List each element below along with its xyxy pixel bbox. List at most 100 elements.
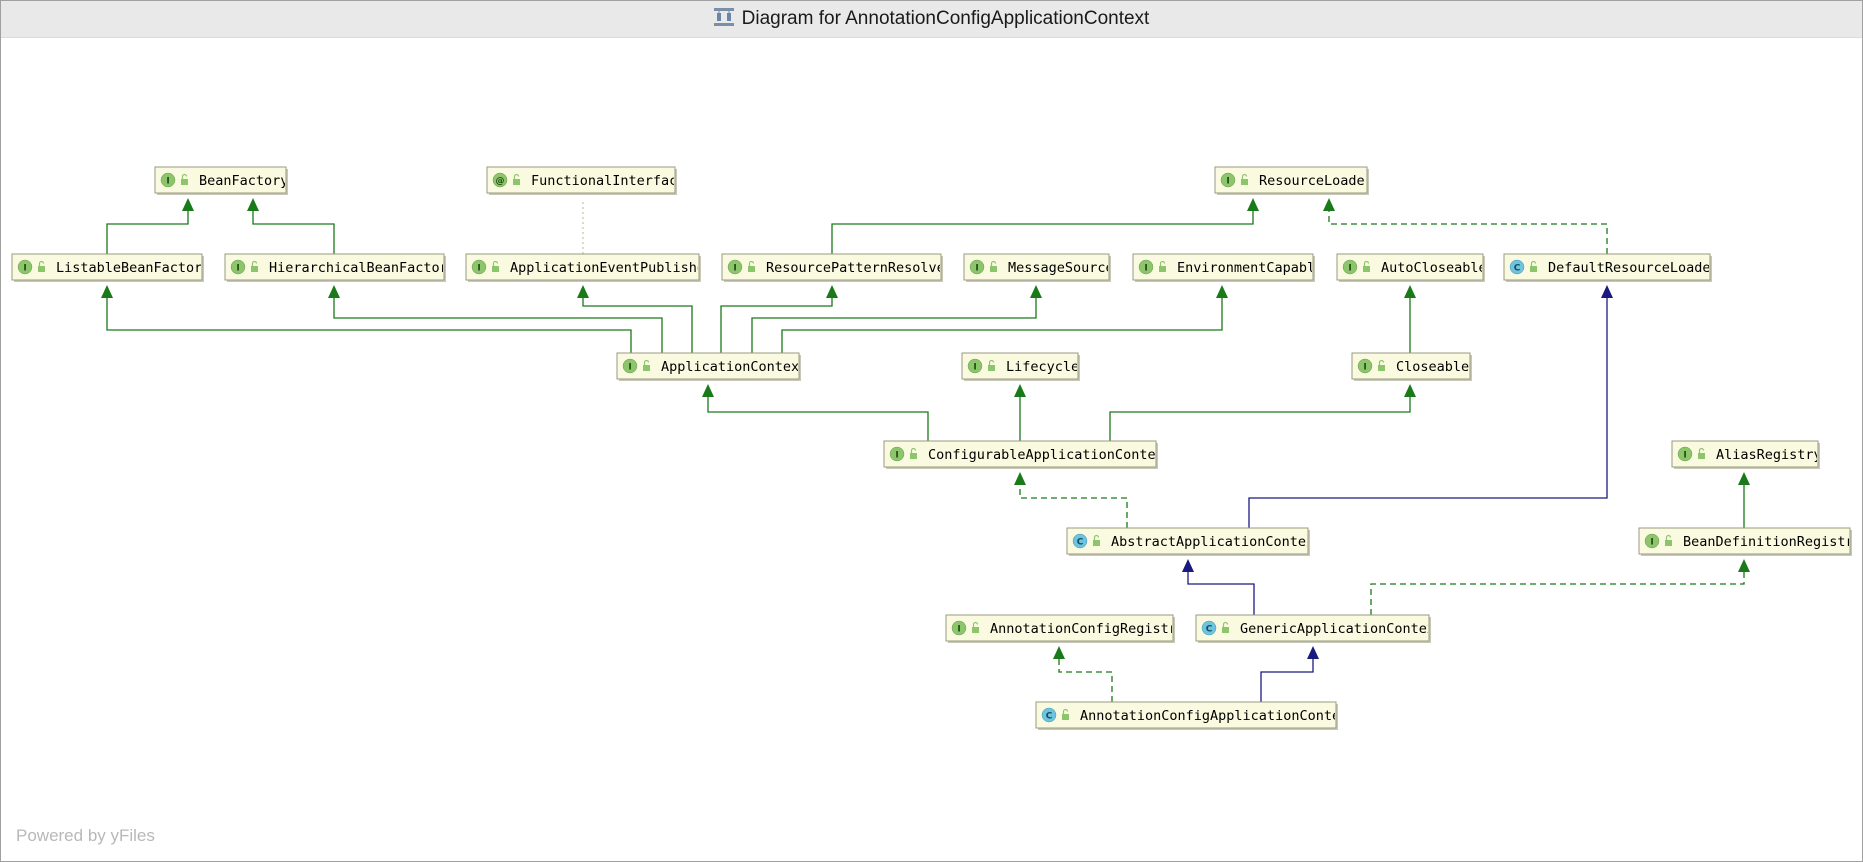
node-alias-registry[interactable]: I AliasRegistry (1671, 440, 1822, 469)
edge-hierarchical-bean-factory-to-bean-factory (247, 198, 335, 254)
svg-text:C: C (1514, 264, 1521, 274)
node-label: BeanDefinitionRegistr (1683, 534, 1854, 550)
node-listable-bean-factory[interactable]: I ListableBeanFactor (11, 253, 204, 282)
interface-icon: I (1357, 358, 1373, 374)
edge-application-context-to-hierarchical-bean-factory (328, 285, 663, 353)
svg-text:@: @ (496, 177, 505, 187)
node-abstract-application-context[interactable]: C AbstractApplicationContex (1066, 527, 1314, 556)
node-resource-pattern-resolver[interactable]: I ResourcePatternResolve (721, 253, 945, 282)
diagram-canvas[interactable]: I BeanFactory @ FunctionalInterfac I Resource… (0, 0, 1863, 862)
arrowhead (577, 285, 589, 298)
svg-text:I: I (1363, 363, 1366, 373)
node-hierarchical-bean-factory[interactable]: I HierarchicalBeanFactor (224, 253, 448, 282)
node-bean-factory[interactable]: I BeanFactory (154, 166, 288, 195)
edge-application-context-to-resource-pattern-resolver (720, 285, 838, 353)
edge-abstract-application-context-to-default-resource-loader (1248, 285, 1613, 528)
svg-text:I: I (1226, 177, 1229, 187)
interface-icon: I (969, 259, 985, 275)
node-default-resource-loader[interactable]: C DefaultResourceLoade (1503, 253, 1712, 282)
svg-text:I: I (1650, 538, 1653, 548)
node-label: DefaultResourceLoade (1548, 260, 1711, 276)
edge-bean-definition-registry-to-alias-registry (1738, 472, 1750, 528)
interface-icon: I (1342, 259, 1358, 275)
arrowhead (1014, 384, 1026, 397)
node-annotation-config-application-context[interactable]: C AnnotationConfigApplicationConte (1035, 701, 1340, 730)
node-message-source[interactable]: I MessageSource (963, 253, 1114, 282)
svg-text:I: I (166, 177, 169, 187)
node-application-event-publisher[interactable]: I ApplicationEventPublishe (465, 253, 705, 282)
interface-icon: I (622, 358, 638, 374)
svg-text:I: I (1683, 451, 1686, 461)
svg-text:C: C (1077, 538, 1084, 548)
edge-configurable-application-context-to-lifecycle (1014, 384, 1026, 441)
node-label: HierarchicalBeanFactor (269, 260, 448, 276)
edge-default-resource-loader-to-resource-loader (1323, 198, 1608, 254)
arrowhead (1738, 559, 1750, 572)
node-generic-application-context[interactable]: C GenericApplicationContex (1195, 614, 1435, 643)
svg-text:I: I (1144, 264, 1147, 274)
node-label: MessageSource (1008, 260, 1114, 276)
class-icon: C (1072, 533, 1088, 549)
edge-closeable-to-auto-closeable (1404, 285, 1416, 353)
node-label: ResourcePatternResolve (766, 260, 945, 276)
svg-text:I: I (973, 363, 976, 373)
interface-icon: I (1677, 446, 1693, 462)
edge-resource-pattern-resolver-to-resource-loader (831, 198, 1259, 254)
interface-icon: I (160, 172, 176, 188)
node-bean-definition-registry[interactable]: I BeanDefinitionRegistr (1638, 527, 1854, 556)
arrowhead (702, 384, 714, 397)
annotation-icon: @ (492, 172, 508, 188)
arrowhead (1030, 285, 1042, 298)
class-icon: C (1201, 620, 1217, 636)
node-label: AliasRegistry (1716, 447, 1822, 463)
arrowhead (1738, 472, 1750, 485)
node-lifecycle[interactable]: I Lifecycle (961, 352, 1080, 381)
arrowhead (247, 198, 259, 211)
powered-by-label: Powered by yFiles (16, 826, 155, 845)
node-label: ConfigurableApplicationContex (928, 447, 1164, 463)
interface-icon: I (727, 259, 743, 275)
node-auto-closeable[interactable]: I AutoCloseable (1336, 253, 1487, 282)
svg-text:I: I (477, 264, 480, 274)
arrowhead (1216, 285, 1228, 298)
edge-application-context-to-application-event-publisher (577, 285, 693, 353)
edge-annotation-config-application-context-to-annotation-config-registry (1053, 646, 1113, 702)
arrowhead (826, 285, 838, 298)
class-icon: C (1509, 259, 1525, 275)
arrowhead (1404, 285, 1416, 298)
node-closeable[interactable]: I Closeable (1351, 352, 1472, 381)
svg-text:I: I (957, 625, 960, 635)
interface-icon: I (1220, 172, 1236, 188)
node-environment-capable[interactable]: I EnvironmentCapabl (1132, 253, 1315, 282)
node-label: BeanFactory (199, 173, 288, 189)
node-annotation-config-registry[interactable]: I AnnotationConfigRegistr (945, 614, 1177, 643)
svg-text:C: C (1046, 712, 1053, 722)
interface-icon: I (967, 358, 983, 374)
node-label: AbstractApplicationContex (1111, 534, 1314, 550)
edge-annotation-config-application-context-to-generic-application-context (1260, 646, 1319, 702)
node-functional-interface[interactable]: @ FunctionalInterfac (486, 166, 677, 195)
interface-icon: I (889, 446, 905, 462)
class-icon: C (1041, 707, 1057, 723)
svg-text:I: I (1348, 264, 1351, 274)
node-configurable-application-context[interactable]: I ConfigurableApplicationContex (883, 440, 1164, 469)
arrowhead (328, 285, 340, 298)
svg-text:I: I (895, 451, 898, 461)
interface-icon: I (951, 620, 967, 636)
node-label: ResourceLoader (1259, 173, 1373, 189)
arrowhead (1182, 559, 1194, 572)
svg-text:I: I (975, 264, 978, 274)
node-label: AutoCloseable (1381, 260, 1487, 276)
edge-generic-application-context-to-abstract-application-context (1182, 559, 1255, 615)
edge-application-context-to-environment-capable (781, 285, 1228, 353)
node-label: Closeable (1396, 359, 1469, 375)
svg-text:I: I (23, 264, 26, 274)
arrowhead (1307, 646, 1319, 659)
arrowhead (1247, 198, 1259, 211)
node-application-context[interactable]: I ApplicationContex (616, 352, 801, 381)
svg-text:C: C (1206, 625, 1213, 635)
arrowhead (1601, 285, 1613, 298)
node-resource-loader[interactable]: I ResourceLoader (1214, 166, 1373, 195)
interface-icon: I (1138, 259, 1154, 275)
svg-text:I: I (628, 363, 631, 373)
